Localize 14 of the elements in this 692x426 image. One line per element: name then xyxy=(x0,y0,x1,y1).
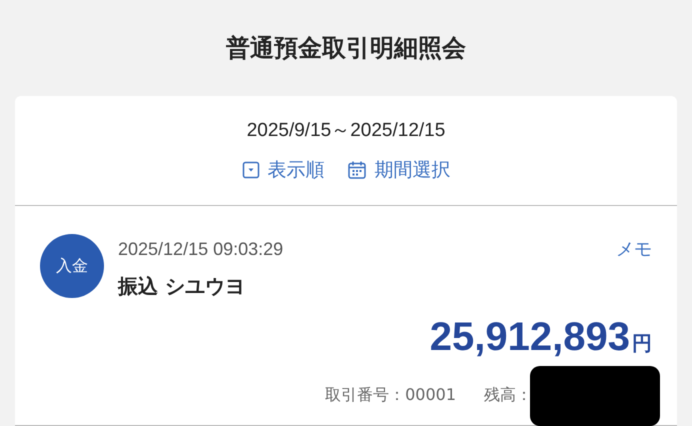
period-select-button[interactable]: 期間選択 xyxy=(346,156,450,184)
currency-text: 円 xyxy=(632,330,652,357)
transaction-description: 振込 シユウヨ xyxy=(118,273,246,300)
calendar-icon xyxy=(346,160,366,180)
dropdown-icon xyxy=(242,160,260,179)
transaction-number: 取引番号：00001 xyxy=(325,384,456,406)
sort-order-button[interactable]: 表示順 xyxy=(242,156,324,184)
transaction-datetime: 2025/12/15 09:03:29 xyxy=(118,238,284,261)
page-title: 普通預金取引明細照会 xyxy=(226,33,466,64)
period-text: 2025/9/15～2025/12/15 xyxy=(246,119,446,143)
deposit-badge: 入金 xyxy=(40,234,104,298)
memo-link[interactable]: メモ xyxy=(616,236,652,263)
balance-label: 残高： xyxy=(484,384,532,406)
amount-text: 25,912,893 xyxy=(430,314,630,361)
